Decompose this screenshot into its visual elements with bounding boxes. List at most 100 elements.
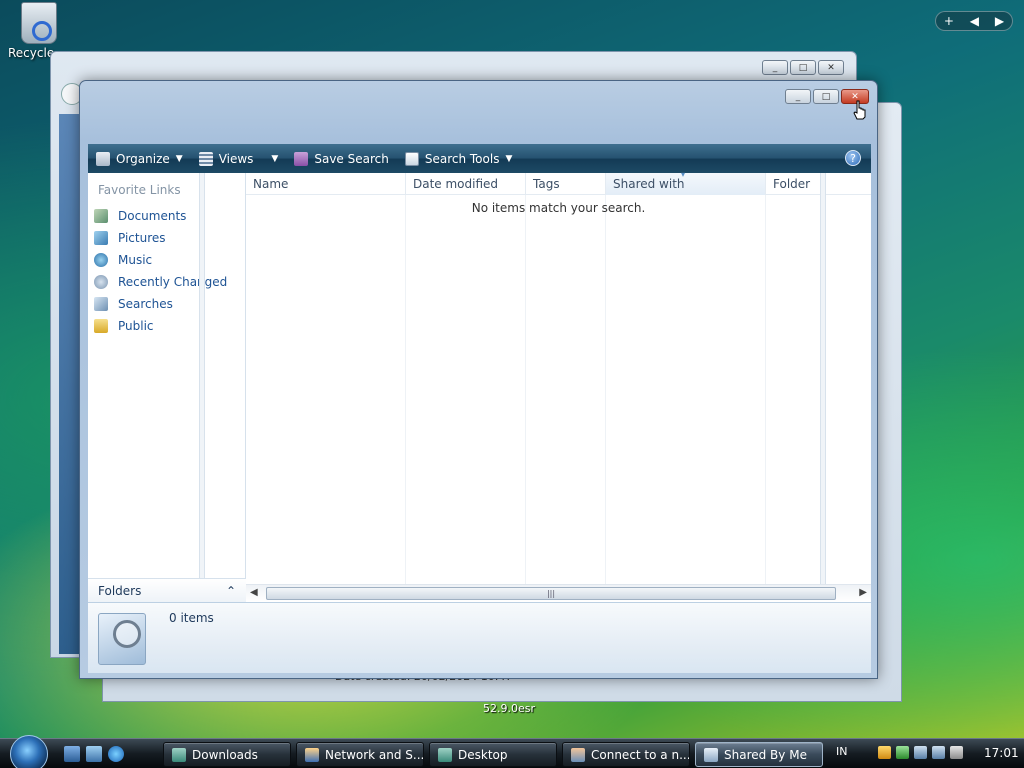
- vertical-splitter[interactable]: [820, 173, 826, 584]
- column-gridline: [525, 195, 526, 584]
- taskbar-button-desktop[interactable]: Desktop: [429, 742, 557, 767]
- taskbar-button-downloads[interactable]: Downloads: [163, 742, 291, 767]
- switch-windows-icon[interactable]: [86, 746, 102, 762]
- display-icon[interactable]: [932, 746, 945, 759]
- column-gridline: [405, 195, 406, 584]
- recently-changed-icon: [94, 275, 108, 289]
- organize-icon: [96, 151, 110, 166]
- column-header-row: Name Date modified Tags Shared with Fold…: [246, 164, 871, 195]
- column-header-tags[interactable]: Tags: [526, 173, 606, 195]
- nav-item-label: Documents: [118, 209, 187, 223]
- scrollbar-thumb[interactable]: |||: [266, 587, 836, 600]
- network-status-icon[interactable]: [914, 746, 927, 759]
- chevron-up-icon: ⌃: [225, 583, 236, 598]
- music-icon: [94, 253, 108, 267]
- column-header-name[interactable]: Name: [246, 173, 406, 195]
- show-desktop-icon[interactable]: [64, 746, 80, 762]
- minimize-icon[interactable]: _: [762, 60, 788, 75]
- connect-network-icon: [571, 747, 585, 762]
- taskbar-button-label: Downloads: [192, 747, 258, 762]
- save-icon: [294, 151, 309, 166]
- favorite-links-title: Favorite Links: [98, 183, 181, 197]
- minimize-button[interactable]: _: [785, 89, 811, 104]
- folder-icon: [172, 747, 186, 762]
- nav-item-pictures[interactable]: Pictures: [94, 227, 227, 249]
- favorite-links-list: Documents Pictures Music Recently Change…: [94, 205, 227, 337]
- scroll-right-icon[interactable]: ▶: [859, 587, 867, 598]
- nav-item-documents[interactable]: Documents: [94, 205, 227, 227]
- add-gadget-icon[interactable]: +: [944, 14, 954, 28]
- taskbar-button-label: Shared By Me: [724, 747, 807, 762]
- taskbar: Downloads Network and S... Desktop Conne…: [0, 735, 1024, 768]
- close-icon[interactable]: ✕: [818, 60, 844, 75]
- next-gadget-icon[interactable]: ▶: [995, 14, 1004, 28]
- save-search-button[interactable]: Save Search: [294, 151, 389, 166]
- search-tools-button[interactable]: Search Tools ▼: [404, 151, 513, 166]
- start-button[interactable]: [10, 735, 48, 768]
- system-tray: [878, 746, 963, 759]
- organize-label: Organize: [116, 151, 170, 166]
- help-button[interactable]: ?: [845, 150, 861, 166]
- chevron-down-icon: ▼: [505, 153, 513, 164]
- views-button[interactable]: Views ▼: [198, 151, 279, 166]
- background-version-text: 52.9.0esr: [483, 702, 536, 715]
- nav-item-public[interactable]: Public: [94, 315, 227, 337]
- pictures-icon: [94, 231, 108, 245]
- nav-item-label: Music: [118, 253, 153, 267]
- nav-item-recently-changed[interactable]: Recently Changed: [94, 271, 227, 293]
- taskbar-button-connect[interactable]: Connect to a n...: [562, 742, 690, 767]
- views-label: Views: [218, 151, 254, 166]
- folders-toggle-bar[interactable]: Folders ⌃: [88, 578, 246, 602]
- horizontal-scrollbar[interactable]: ◀ ||| ▶: [246, 584, 871, 602]
- recycle-bin-icon: [21, 2, 57, 44]
- taskbar-button-shared-by-me[interactable]: Shared By Me: [695, 742, 823, 767]
- search-results-window[interactable]: _ □ ✕ Organize ▼ Views ▼ Save Search Sea…: [79, 80, 878, 679]
- volume-muted-icon[interactable]: [950, 746, 963, 759]
- folder-icon: [438, 747, 452, 762]
- documents-icon: [94, 209, 108, 223]
- public-folder-icon: [94, 319, 108, 333]
- nav-item-label: Recently Changed: [118, 275, 228, 289]
- scroll-left-icon[interactable]: ◀: [250, 587, 258, 598]
- details-pane: 0 items: [88, 602, 871, 673]
- nav-item-searches[interactable]: Searches: [94, 293, 227, 315]
- search-folder-icon: [98, 613, 146, 665]
- column-header-date-modified[interactable]: Date modified: [406, 173, 526, 195]
- quick-launch: [64, 746, 124, 762]
- search-tools-icon: [404, 151, 419, 166]
- chevron-down-icon: ▼: [175, 153, 183, 164]
- item-count: 0 items: [169, 611, 214, 625]
- taskbar-button-label: Network and S...: [325, 747, 424, 762]
- column-gridline: [605, 195, 606, 584]
- taskbar-button-label: Desktop: [458, 747, 508, 762]
- views-icon: [198, 151, 213, 166]
- sidebar-gadget-controls[interactable]: + ◀ ▶: [935, 11, 1013, 31]
- network-icon: [305, 747, 319, 762]
- internet-explorer-icon[interactable]: [108, 746, 124, 762]
- previous-gadget-icon[interactable]: ◀: [970, 14, 979, 28]
- security-shield-icon[interactable]: [878, 746, 891, 759]
- nav-item-label: Pictures: [118, 231, 166, 245]
- save-search-label: Save Search: [314, 151, 389, 166]
- nav-item-label: Public: [118, 319, 154, 333]
- searches-icon: [94, 297, 108, 311]
- search-tools-label: Search Tools: [424, 151, 500, 166]
- navigation-pane: Favorite Links Documents Pictures Music …: [88, 173, 246, 602]
- organize-button[interactable]: Organize ▼: [96, 151, 183, 166]
- column-gridline: [765, 195, 766, 584]
- clock[interactable]: 17:01: [984, 746, 1019, 760]
- column-header-folder[interactable]: Folder: [766, 173, 871, 195]
- taskbar-button-network[interactable]: Network and S...: [296, 742, 424, 767]
- nav-item-label: Searches: [118, 297, 173, 311]
- language-indicator[interactable]: IN: [836, 745, 847, 758]
- nav-item-music[interactable]: Music: [94, 249, 227, 271]
- chevron-down-icon: ▼: [271, 153, 279, 164]
- hand-cursor-icon: [853, 100, 866, 120]
- maximize-button[interactable]: □: [813, 89, 839, 104]
- column-header-shared-with[interactable]: Shared with: [606, 164, 766, 195]
- windows-defender-icon[interactable]: [896, 746, 909, 759]
- taskbar-button-label: Connect to a n...: [591, 747, 690, 762]
- background-window-1-controls: _ □ ✕: [762, 60, 844, 75]
- maximize-icon[interactable]: □: [790, 60, 816, 75]
- file-list-pane[interactable]: Name Date modified Tags Shared with Fold…: [246, 164, 871, 584]
